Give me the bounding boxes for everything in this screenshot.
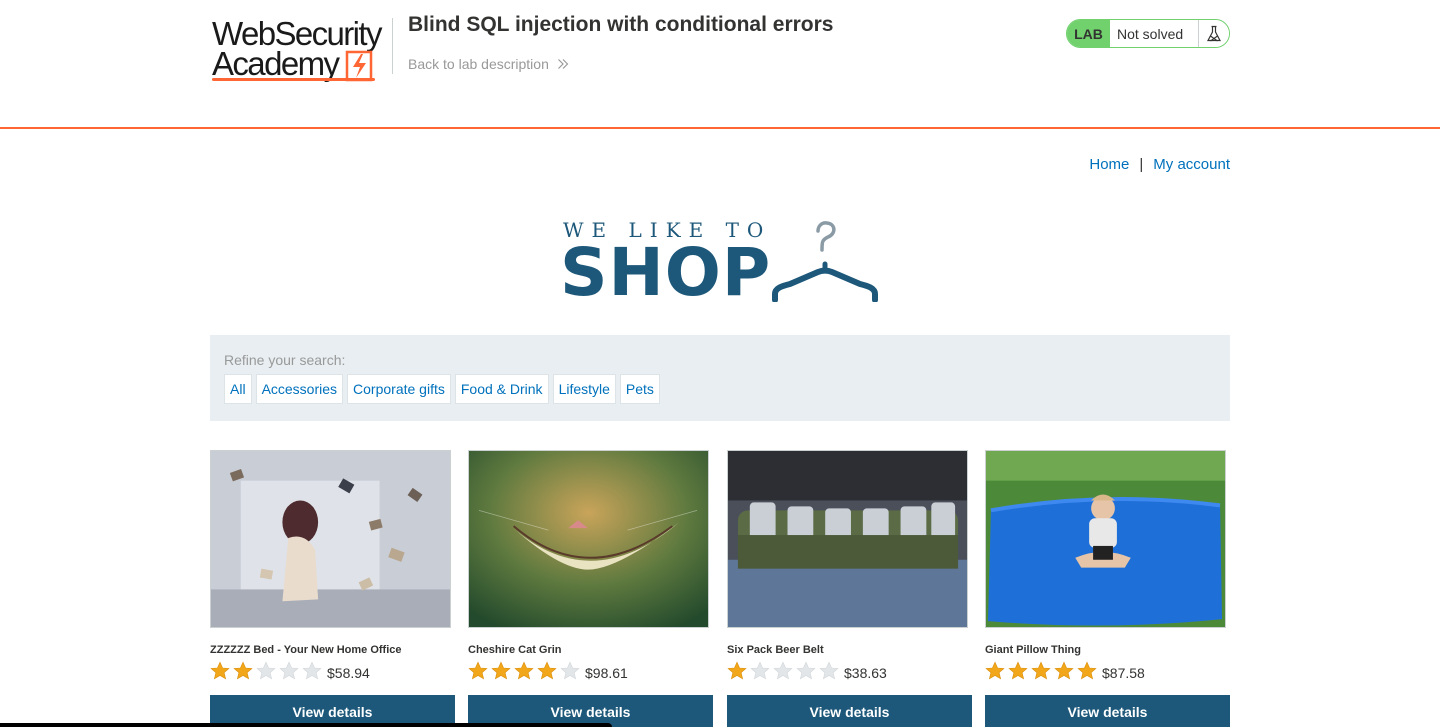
filter-lifestyle[interactable]: Lifestyle — [552, 374, 616, 404]
view-details-button[interactable]: View details — [985, 695, 1230, 727]
nav-separator: | — [1139, 156, 1144, 173]
star-empty-icon — [750, 661, 770, 680]
category-filter-list: All Accessories Corporate gifts Food & D… — [224, 374, 1216, 404]
filter-accessories[interactable]: Accessories — [255, 374, 344, 404]
product-rating-row: $38.63 — [727, 660, 972, 682]
flask-icon — [1198, 20, 1229, 47]
star-empty-icon — [796, 661, 816, 680]
star-empty-icon — [819, 661, 839, 680]
horizontal-scrollbar[interactable] — [0, 723, 612, 727]
star-empty-icon — [302, 661, 322, 680]
product-price: $58.94 — [327, 664, 370, 681]
product-price: $87.58 — [1102, 664, 1145, 681]
lab-header: WebSecurity Academy Blind SQL injection … — [0, 0, 1440, 129]
star-filled-icon — [727, 661, 747, 680]
product-card: Six Pack Beer Belt $38.63 View details — [727, 450, 972, 727]
filter-all[interactable]: All — [224, 374, 252, 404]
star-empty-icon — [256, 661, 276, 680]
product-price: $98.61 — [585, 664, 628, 681]
star-filled-icon — [514, 661, 534, 680]
logo-underline — [212, 78, 375, 81]
star-filled-icon — [1008, 661, 1028, 680]
star-rating — [985, 661, 1097, 681]
product-rating-row: $98.61 — [468, 660, 713, 682]
lab-badge: LAB — [1067, 20, 1110, 47]
star-rating — [468, 661, 580, 681]
double-chevron-right-icon — [557, 59, 569, 69]
site-nav: Home | My account — [1089, 156, 1230, 173]
product-price: $38.63 — [844, 664, 887, 681]
banner-title: SHOP — [560, 234, 772, 311]
home-link[interactable]: Home — [1089, 156, 1129, 173]
product-name: ZZZZZZ Bed - Your New Home Office — [210, 644, 402, 656]
product-name: Six Pack Beer Belt — [727, 644, 824, 656]
lightning-bolt-icon — [345, 50, 373, 82]
product-card: Giant Pillow Thing $87.58 View details — [985, 450, 1230, 727]
product-card: ZZZZZZ Bed - Your New Home Office $58.94… — [210, 450, 455, 727]
product-rating-row: $58.94 — [210, 660, 455, 682]
star-filled-icon — [1031, 661, 1051, 680]
star-filled-icon — [1054, 661, 1074, 680]
back-to-lab-description-link[interactable]: Back to lab description — [408, 56, 569, 72]
filter-corporate-gifts[interactable]: Corporate gifts — [347, 374, 451, 404]
shop-banner: WE LIKE TO SHOP — [560, 216, 880, 306]
star-empty-icon — [560, 661, 580, 680]
star-empty-icon — [773, 661, 793, 680]
product-image[interactable] — [210, 450, 451, 628]
lab-status-text: Not solved — [1110, 20, 1198, 47]
product-image[interactable] — [727, 450, 968, 628]
header-divider — [392, 18, 393, 74]
star-rating — [210, 661, 322, 681]
search-filter: Refine your search: All Accessories Corp… — [210, 335, 1230, 421]
star-filled-icon — [468, 661, 488, 680]
product-image[interactable] — [985, 450, 1226, 628]
star-rating — [727, 661, 839, 681]
star-filled-icon — [1077, 661, 1097, 680]
star-filled-icon — [537, 661, 557, 680]
view-details-button[interactable]: View details — [727, 695, 972, 727]
clothes-hanger-icon — [772, 221, 878, 302]
product-name: Cheshire Cat Grin — [468, 644, 562, 656]
filter-pets[interactable]: Pets — [619, 374, 660, 404]
my-account-link[interactable]: My account — [1153, 156, 1230, 173]
product-card: Cheshire Cat Grin $98.61 View details — [468, 450, 713, 727]
product-grid: ZZZZZZ Bed - Your New Home Office $58.94… — [210, 450, 1240, 727]
star-filled-icon — [491, 661, 511, 680]
filter-label: Refine your search: — [224, 352, 346, 368]
product-image[interactable] — [468, 450, 709, 628]
star-filled-icon — [985, 661, 1005, 680]
star-filled-icon — [233, 661, 253, 680]
filter-food-drink[interactable]: Food & Drink — [454, 374, 549, 404]
product-name: Giant Pillow Thing — [985, 644, 1081, 656]
product-rating-row: $87.58 — [985, 660, 1230, 682]
lab-title: Blind SQL injection with conditional err… — [408, 13, 834, 36]
lab-status-widget: LAB Not solved — [1066, 19, 1230, 48]
back-link-label: Back to lab description — [408, 56, 549, 72]
star-filled-icon — [210, 661, 230, 680]
star-empty-icon — [279, 661, 299, 680]
logo-text-line2: Academy — [212, 45, 340, 82]
web-security-academy-logo[interactable]: WebSecurity Academy — [212, 14, 392, 84]
